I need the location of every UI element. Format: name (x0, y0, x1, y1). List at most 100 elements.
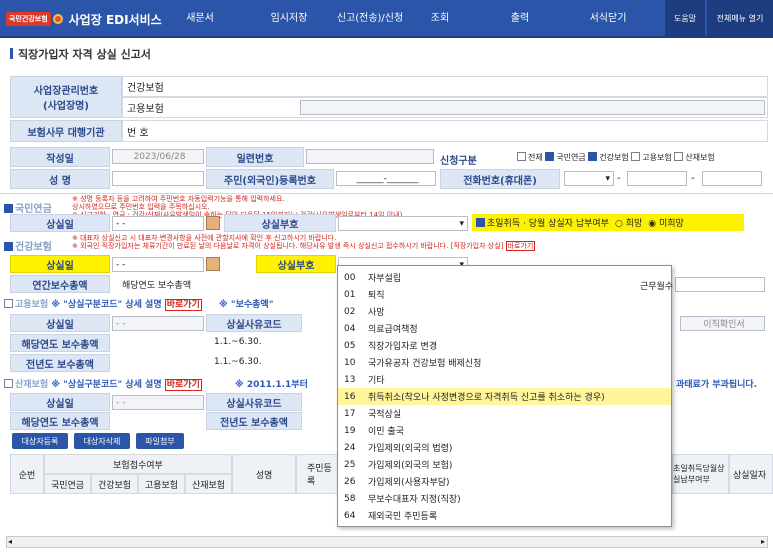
employ-check-button[interactable]: 이직확인서 (680, 316, 765, 331)
pension-loss-code-select[interactable]: ▾ (338, 216, 468, 231)
dropdown-option-58[interactable]: 58 무보수대표자 지정(직장) (338, 490, 671, 507)
employ-period2: 1.1.~6.30. (214, 357, 262, 367)
agency-label: 보험사무 대행기관 (10, 120, 122, 142)
employ-desc: ※ "상실구분코드" 상세 설명 (51, 300, 162, 310)
loss-code-dropdown[interactable]: 00 자부설립 01 퇴직 02 사망 04 의료급여책정 05 직장가입자로 변경 10 국가유공자… (337, 265, 672, 527)
option-code: 17 (344, 408, 356, 419)
dropdown-option-25[interactable]: 25 가입제외(외국의 보험) (338, 456, 671, 473)
serial-field[interactable] (306, 149, 434, 164)
checkbox-employ[interactable] (631, 152, 641, 161)
option-code: 00 (344, 272, 356, 283)
logo: 국민건강보험 사업장 EDI서비스 (6, 10, 162, 28)
dropdown-option-19[interactable]: 19 이민 출국 (338, 422, 671, 439)
option-label: 이민 출국 (368, 427, 404, 437)
first-month-check-icon[interactable] (476, 218, 485, 227)
col-loss-date: 상실일자 (729, 454, 773, 494)
option-label: 가입제외(외국의 법령) (368, 444, 453, 454)
employ-check-icon[interactable] (4, 299, 13, 308)
employ-shortcut-button[interactable]: 바로가기 (164, 299, 202, 311)
checkbox-pension[interactable] (545, 152, 555, 161)
option-code: 25 (344, 459, 356, 470)
dropdown-option-24[interactable]: 24 가입제외(외국의 법령) (338, 439, 671, 456)
employ-loss-date-label: 상실일 (10, 314, 110, 332)
health-note-3: ※ 외국인 직장가입자는 체류기간이 만료된 날의 다음날로 자격이 상실됩니다… (72, 242, 449, 250)
top-navigation-bar: 국민건강보험 사업장 EDI서비스 새문서 임시저장 신고(전송)/신청 조회 … (0, 0, 773, 38)
employ-business-field[interactable] (300, 100, 765, 115)
employ-period1: 1.1.~6.30. (214, 337, 262, 347)
employ-reason-label: 상실사유코드 (206, 314, 302, 332)
phone-middle-field[interactable] (627, 171, 687, 186)
menu-inquiry[interactable]: 조회 (420, 0, 460, 38)
option-code: 10 (344, 357, 356, 368)
pension-check-icon[interactable] (4, 204, 13, 213)
horizontal-scrollbar[interactable]: ◂ ▸ (6, 536, 768, 548)
employ-insurance-text: 고용보험 (127, 104, 164, 115)
accident-label: 산재보험 (15, 380, 49, 390)
dropdown-option-13[interactable]: 13 기타 (338, 371, 671, 388)
employ-section-title: 고용보험 ※ "상실구분코드" 상세 설명 바로가기 ※ "보수총액" (4, 297, 273, 311)
option-code: 01 (344, 289, 356, 300)
page-title: 직장가입자 자격 상실 신고서 (10, 46, 151, 62)
employ-loss-date-field[interactable]: - - (112, 316, 204, 331)
accident-note: ※ 2011.1.1부터 (235, 380, 308, 390)
col-report-group: 보험접수여부 (44, 454, 232, 474)
menu-close-form[interactable]: 서식닫기 (578, 0, 638, 38)
dropdown-option-05[interactable]: 05 직장가입자로 변경 (338, 337, 671, 354)
dropdown-option-00[interactable]: 00 자부설립 (338, 269, 671, 286)
calendar-icon[interactable] (206, 216, 220, 230)
title-bar-icon (10, 48, 13, 59)
attach-file-button[interactable]: 파일첨부 (136, 433, 184, 449)
health-shortcut-button[interactable]: 바로가기 (505, 241, 536, 251)
radio-yes[interactable]: ○ 희망 (615, 216, 642, 229)
accident-desc: ※ "상실구분코드" 상세 설명 (51, 380, 162, 390)
scroll-right-icon[interactable]: ▸ (761, 537, 765, 546)
dropdown-option-04[interactable]: 04 의료급여책정 (338, 320, 671, 337)
col-employ: 고용보험 (138, 474, 185, 494)
option-label: 직장가입자로 변경 (368, 342, 438, 352)
menu-submit[interactable]: 신고(전송)/신청 (330, 0, 410, 38)
add-target-button[interactable]: 대상자등록 (12, 433, 68, 449)
radio-no[interactable]: ◉ 미희망 (648, 216, 684, 229)
dropdown-option-10[interactable]: 10 국가유공자 건강보험 배제신청 (338, 354, 671, 371)
option-label: 퇴직 (368, 291, 385, 301)
checkbox-all[interactable] (517, 152, 526, 161)
accident-loss-date-field[interactable]: - - (112, 395, 204, 410)
checkbox-accident[interactable] (674, 152, 684, 161)
menu-print[interactable]: 출력 (500, 0, 540, 38)
phone-prefix-select[interactable]: ▾ (564, 171, 614, 186)
dropdown-option-26[interactable]: 26 가입제외(사용자부담) (338, 473, 671, 490)
dropdown-option-17[interactable]: 17 국적상실 (338, 405, 671, 422)
name-label: 성 명 (10, 169, 110, 189)
accident-section-title: 산재보험 ※ "상실구분코드" 상세 설명 바로가기 ※ 2011.1.1부터 (4, 377, 308, 391)
delete-target-button[interactable]: 대상자삭제 (74, 433, 130, 449)
menu-new-document[interactable]: 새문서 (174, 0, 226, 38)
opt-pension-label: 국민연금 (556, 153, 586, 162)
date-field[interactable]: 2023/06/28 (112, 149, 204, 164)
health-loss-date-field[interactable]: - - (112, 257, 204, 272)
dropdown-option-01[interactable]: 01 퇴직 (338, 286, 671, 303)
all-menu-button[interactable]: 전체메뉴 열기 (707, 0, 773, 38)
pension-loss-date-field[interactable]: - - (112, 216, 204, 231)
accident-shortcut-button[interactable]: 바로가기 (164, 379, 202, 391)
agency-value-cell: 번 호 (122, 120, 768, 142)
help-button[interactable]: 도움말 (665, 0, 705, 38)
calendar-icon[interactable] (206, 257, 220, 271)
scroll-left-icon[interactable]: ◂ (8, 537, 12, 546)
accident-check-icon[interactable] (4, 379, 13, 388)
name-field[interactable] (112, 171, 204, 186)
dropdown-option-64[interactable]: 64 재외국민 주민등록 (338, 507, 671, 524)
option-label: 가입제외(사용자부담) (368, 478, 450, 488)
option-label: 가입제외(외국의 보험) (368, 461, 453, 471)
checkbox-health[interactable] (588, 152, 598, 161)
dropdown-option-16[interactable]: 16 취득취소(착오나 사정변경으로 자격취득 신고를 취소하는 경우) (338, 388, 671, 405)
work-months-field[interactable] (675, 277, 765, 292)
health-check-icon[interactable] (4, 242, 13, 251)
phone-last-field[interactable] (702, 171, 762, 186)
option-code: 24 (344, 442, 356, 453)
option-label: 재외국민 주민등록 (368, 512, 438, 522)
annual-pay-label: 연간보수총액 (10, 275, 110, 293)
menu-temp-save[interactable]: 임시저장 (254, 0, 324, 38)
dropdown-option-02[interactable]: 02 사망 (338, 303, 671, 320)
option-label: 자부설립 (368, 274, 402, 284)
rrn-field[interactable]: ______-_______ (336, 171, 436, 186)
